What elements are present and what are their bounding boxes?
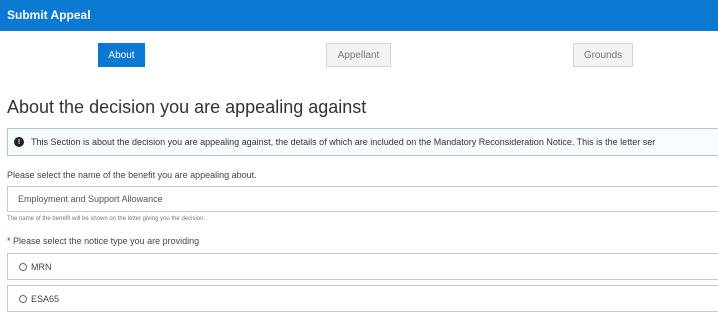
notice-type-label: * Please select the notice type you are … — [7, 236, 199, 246]
required-marker: * — [7, 236, 11, 246]
notice-option-mrn[interactable]: MRN — [7, 253, 718, 280]
notice-option-esa65[interactable]: ESA65 — [7, 285, 718, 312]
notice-type-label-text: Please select the notice type you are pr… — [13, 236, 200, 246]
info-notice: ! This Section is about the decision you… — [7, 128, 718, 156]
step-about[interactable]: About — [98, 43, 145, 67]
benefit-label: Please select the name of the benefit yo… — [7, 170, 257, 180]
radio-button-icon[interactable] — [19, 262, 27, 271]
info-icon: ! — [14, 137, 24, 147]
benefit-helper-text: The name of the benefit will be shown on… — [7, 216, 206, 222]
benefit-value: Employment and Support Allowance — [18, 194, 163, 204]
radio-button-icon[interactable] — [19, 294, 27, 303]
page-title: Submit Appeal — [7, 8, 91, 22]
app-header: Submit Appeal — [0, 0, 718, 31]
benefit-field[interactable]: Employment and Support Allowance — [7, 186, 718, 212]
notice-option-label: ESA65 — [31, 293, 60, 304]
section-heading: About the decision you are appealing aga… — [7, 97, 367, 117]
notice-option-label: MRN — [31, 261, 52, 272]
info-text: This Section is about the decision you a… — [31, 137, 656, 147]
step-grounds[interactable]: Grounds — [573, 43, 633, 67]
step-appellant[interactable]: Appellant — [326, 43, 391, 67]
